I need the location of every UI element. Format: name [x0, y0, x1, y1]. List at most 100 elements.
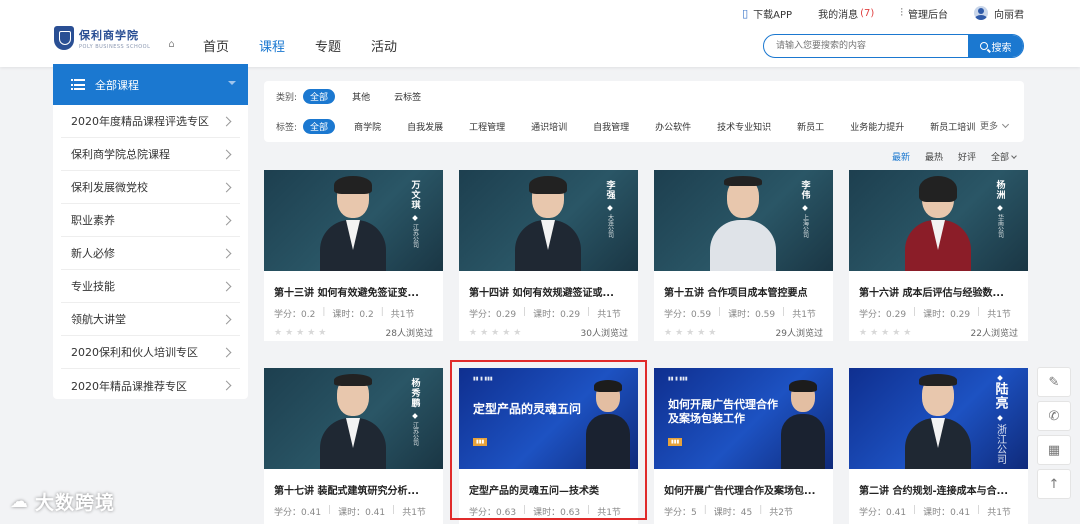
course-card[interactable]: 李伟 上海公司 第十五讲 合作项目成本管控要点 学分：0.59 | 课时：0.59 | 共… [654, 170, 833, 341]
sort-all-dropdown[interactable]: 全部 [991, 150, 1017, 163]
course-credit: 学分：0.59 [664, 310, 712, 320]
course-title: 第十五讲 合作项目成本管控要点 [664, 288, 808, 299]
course-card[interactable]: 杨秀鹏 江苏公司 第十七讲 装配式建筑研究分析... 学分：0.41 | 课时：0.4… [264, 368, 443, 524]
lecturer-photo [515, 176, 581, 271]
watermark-text: 大数跨境 [35, 492, 116, 514]
all-courses-header[interactable]: 全部课程 [53, 64, 248, 105]
course-sections: 共1节 [390, 310, 415, 320]
sort-hottest[interactable]: 最热 [925, 150, 943, 163]
user-menu[interactable]: 向丽君 [974, 6, 1024, 21]
course-credit: 学分：0.29 [469, 310, 517, 320]
all-courses-title: 全部课程 [95, 78, 139, 92]
sort-newest[interactable]: 最新 [892, 150, 910, 163]
nav-activities[interactable]: 活动 [371, 36, 397, 55]
feedback-edit-button[interactable]: ✎ [1037, 367, 1071, 397]
category-chip-all[interactable]: 全部 [303, 89, 336, 104]
course-hours: 课时：0.41 [338, 508, 386, 518]
qr-code-button[interactable]: ▦ [1037, 435, 1071, 465]
tag-chip[interactable]: 全部 [303, 119, 336, 134]
search-button-label: 搜索 [991, 42, 1012, 54]
sidebar-item-label: 领航大讲堂 [71, 313, 126, 326]
sidebar-item[interactable]: 2020年度精品课程评选专区 [61, 105, 240, 138]
tag-chip[interactable]: 自我发展 [400, 119, 450, 134]
download-app-label: 下载APP [753, 9, 793, 21]
lecturer-company: 大连公司 [606, 214, 614, 238]
category-chip-cloud-tag[interactable]: 云标签 [387, 89, 428, 104]
course-card[interactable]: ▮▮ ▮ ▮▮▮ 如何开展广告代理合作及案场包装工作 ▮▮▮ 如何开展广告代理合… [654, 368, 833, 524]
sidebar-item[interactable]: 领航大讲堂 [61, 303, 240, 336]
nav-home[interactable]: 首页 [203, 36, 229, 55]
tag-chip[interactable]: 技术专业知识 [710, 119, 778, 134]
sidebar-item[interactable]: 专业技能 [61, 270, 240, 303]
lecturer-name: 万文琪 [409, 180, 420, 210]
course-thumbnail: 杨秀鹏 江苏公司 [264, 368, 443, 469]
course-views: 30人浏览过 [580, 329, 628, 339]
sidebar-item[interactable]: 职业素养 [61, 204, 240, 237]
lecturer-photo [781, 380, 825, 469]
rating-stars-icon: ★★★★★ [274, 327, 330, 338]
nav-topics[interactable]: 专题 [315, 36, 341, 55]
tag-chip[interactable]: 新员工培训 [923, 119, 982, 134]
more-tags-button[interactable]: 更多 [980, 119, 1010, 132]
back-to-top-button[interactable]: ↑ [1037, 469, 1071, 499]
tag-chip[interactable]: 业务能力提升 [843, 119, 911, 134]
tag-chip[interactable]: 自我管理 [586, 119, 636, 134]
tag-chip[interactable]: 新员工 [790, 119, 831, 134]
sidebar-item[interactable]: 新人必修 [61, 237, 240, 270]
sidebar-item[interactable]: 保利发展微党校 [61, 171, 240, 204]
category-chip-other[interactable]: 其他 [345, 89, 377, 104]
contact-phone-button[interactable]: ✆ [1037, 401, 1071, 431]
my-messages-link[interactable]: 我的消息 (7) [818, 6, 874, 21]
search-input[interactable] [764, 35, 968, 57]
tag-chip[interactable]: 工程管理 [462, 119, 512, 134]
chevron-right-icon [221, 380, 232, 391]
course-title: 如何开展广告代理合作及案场包... [664, 486, 816, 497]
admin-link[interactable]: ⫶ 管理后台 [900, 6, 948, 21]
building-icon[interactable]: ⌂ [168, 39, 174, 50]
course-credit: 学分：0.29 [859, 310, 907, 320]
lecturer-photo [905, 374, 971, 469]
course-views: 28人浏览过 [385, 329, 433, 339]
course-card[interactable]: 李强 大连公司 第十四讲 如何有效规避签证或... 学分：0.29 | 课时：0.29… [459, 170, 638, 341]
username: 向丽君 [994, 9, 1024, 21]
chevron-down-icon [1011, 153, 1017, 159]
sidebar-item[interactable]: 2020保利和伙人培训专区 [61, 336, 240, 369]
tag-chip[interactable]: 通识培训 [524, 119, 574, 134]
course-card[interactable]: 万文琪 江苏公司 第十三讲 如何有效避免签证变... 学分：0.2 | 课时：0.2 |… [264, 170, 443, 341]
lecturer-company: 上海公司 [801, 214, 809, 238]
tag-chip[interactable]: 办公软件 [648, 119, 698, 134]
course-title: 第十四讲 如何有效规避签证或... [469, 288, 614, 299]
search-bar: 搜索 [763, 34, 1024, 58]
nav-courses[interactable]: 课程 [259, 36, 285, 55]
course-title: 第十三讲 如何有效避免签证变... [274, 288, 419, 299]
sidebar-item[interactable]: 2020年精品课推荐专区 [61, 369, 240, 402]
avatar-icon [974, 6, 988, 20]
course-hours: 课时：0.59 [728, 310, 776, 320]
chevron-right-icon [221, 149, 232, 159]
course-card[interactable]: 陆亮 浙江公司 第二讲 合约规划-连接成本与合... 学分：0.41 | 课时：0.4… [849, 368, 1028, 524]
tag-filter-row: 标签: 全部 商学院 自我发展 工程管理 通识培训 自我管理 办公软件 技术专业… [276, 119, 994, 134]
sort-best-rated[interactable]: 好评 [958, 150, 976, 163]
course-sections: 共1节 [987, 310, 1011, 320]
course-thumbnail: 万文琪 江苏公司 [264, 170, 443, 271]
logo-subtitle: POLY BUSINESS SCHOOL [79, 43, 151, 50]
phone-icon: ✆ [1048, 408, 1060, 424]
tag-chip[interactable]: 商学院 [347, 119, 388, 134]
course-sections: 共1节 [597, 310, 621, 320]
admin-label: 管理后台 [908, 9, 948, 21]
watermark-logo-icon: ☁ [10, 491, 29, 512]
watermark: ☁ 大数跨境 [10, 488, 115, 515]
chevron-right-icon [221, 347, 232, 357]
rating-stars-icon: ★★★★★ [664, 327, 720, 338]
course-thumbnail: 李伟 上海公司 [654, 170, 833, 271]
shield-logo-icon [54, 26, 74, 50]
course-card[interactable]: 杨洲 华南公司 第十六讲 成本后评估与经验数... 学分：0.29 | 课时：0.29… [849, 170, 1028, 341]
floating-toolbar: ✎ ✆ ▦ ↑ [1037, 367, 1071, 503]
category-filter-row: 类别: 全部 其他 云标签 [276, 89, 438, 104]
logo[interactable]: 保利商学院 POLY BUSINESS SCHOOL ⌂ [54, 26, 175, 50]
course-category-sidebar: 全部课程 2020年度精品课程评选专区 保利商学院总院课程 保利发展微党校 职业… [53, 64, 248, 399]
sidebar-item[interactable]: 保利商学院总院课程 [61, 138, 240, 171]
tag-label: 标签: [276, 123, 298, 133]
download-app-link[interactable]: ▯ 下载APP [742, 6, 792, 21]
search-button[interactable]: 搜索 [968, 35, 1023, 57]
